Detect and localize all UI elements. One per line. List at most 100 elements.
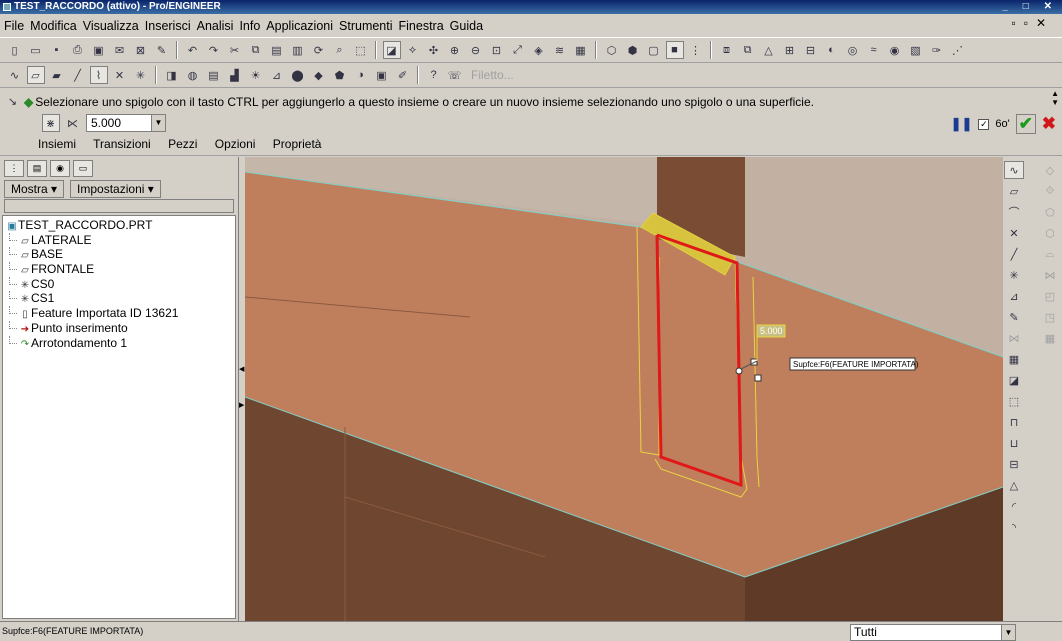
extrude-icon[interactable]: ⊓ [1004, 413, 1024, 431]
feature-list-icon[interactable]: ▤ [205, 66, 223, 84]
reflection-icon[interactable]: ≈ [865, 41, 883, 59]
zoom-out-icon[interactable]: ⊖ [467, 41, 485, 59]
model-tree-tab-icon[interactable]: ⋮ [4, 160, 24, 177]
menu-guida[interactable]: Guida [446, 14, 485, 35]
paste-special-icon[interactable]: ▥ [289, 41, 307, 59]
print-icon[interactable]: ⎙ [69, 41, 87, 59]
layers-icon[interactable]: ≋ [551, 41, 569, 59]
save-icon[interactable]: ▪ [48, 41, 66, 59]
color-appearance-icon[interactable]: ◐ [823, 41, 841, 59]
pencil-icon[interactable]: ✎ [1004, 308, 1024, 326]
mirror-icon[interactable]: ⋈ [1004, 329, 1024, 347]
document-window-controls[interactable]: ▫▫✕ [1011, 16, 1054, 30]
csys-icon[interactable]: ✳ [1004, 266, 1024, 284]
copy-feature-icon[interactable]: ◪ [1004, 371, 1024, 389]
menu-info[interactable]: Info [235, 14, 262, 35]
tree-item-base[interactable]: ▱ BASE [3, 247, 235, 262]
datum-points-icon[interactable]: △ [760, 41, 778, 59]
datum-plane-offset-icon[interactable]: ▰ [48, 66, 66, 84]
shading-analysis-icon[interactable]: ◉ [886, 41, 904, 59]
open-icon[interactable]: ▭ [27, 41, 45, 59]
point-tool-icon[interactable]: ✕ [1004, 224, 1024, 242]
close-window-icon[interactable]: ⊠ [132, 41, 150, 59]
lightbulb-icon[interactable]: ☀ [247, 66, 265, 84]
paste-icon[interactable]: ▤ [268, 41, 286, 59]
favorites-tab-icon[interactable]: ◉ [50, 160, 70, 177]
axis-tool-icon[interactable]: ╱ [1004, 245, 1024, 263]
feature-info-icon[interactable]: ◆ [310, 66, 328, 84]
cut-icon[interactable]: ✂ [226, 41, 244, 59]
chevron-down-icon[interactable]: ▼ [151, 115, 165, 131]
orient-mode-icon[interactable]: ✣ [425, 41, 443, 59]
tree-item-insert-here[interactable]: ➔ Punto inserimento [3, 320, 235, 336]
sketcher-tools-icon[interactable]: ✐ [394, 66, 412, 84]
graph-icon[interactable]: ▟ [226, 66, 244, 84]
merge-icon[interactable]: ⋈ [1040, 266, 1060, 284]
menu-file[interactable]: File [0, 14, 26, 35]
draft-tool-icon[interactable]: ⬠ [1040, 203, 1060, 221]
datum-plane-tool-icon[interactable]: ▱ [26, 66, 45, 84]
tab-transizioni[interactable]: Transizioni [93, 137, 151, 151]
shell-icon[interactable]: ◇ [1040, 161, 1060, 179]
tree-filter-bar[interactable] [4, 199, 234, 213]
graphics-window[interactable]: 5.000 Supfce:F6(FEATURE IMPORTATA) [245, 157, 1003, 621]
shading-icon[interactable]: ■ [665, 41, 684, 59]
hidden-line-icon[interactable]: ⬢ [624, 41, 642, 59]
context-help-icon[interactable]: ✑ [928, 41, 946, 59]
hole-tool-icon[interactable]: △ [1004, 476, 1024, 494]
settings-button[interactable]: Impostazioni ▾ [70, 180, 161, 198]
copy-icon[interactable]: ⧉ [247, 41, 265, 59]
window-controls[interactable]: _ □ ✕ [1002, 0, 1058, 14]
analysis-feature-icon[interactable]: ⊿ [1004, 287, 1024, 305]
chamfer-tool-icon[interactable]: ◝ [1004, 518, 1024, 536]
cancel-icon[interactable]: ✖ [1042, 114, 1056, 134]
coordinate-systems-icon[interactable]: ⊞ [781, 41, 799, 59]
move-icon[interactable]: ⬚ [1004, 392, 1024, 410]
datum-axes-icon[interactable]: ⧉ [739, 41, 757, 59]
curve-tool-icon[interactable]: ⌒ [1004, 203, 1024, 221]
new-icon[interactable]: ▯ [6, 41, 24, 59]
filter-field[interactable]: Filetto... [471, 68, 514, 82]
model-tree-toggle-icon[interactable]: ⋮ [687, 41, 705, 59]
tree-item-cs1[interactable]: ✳ CS1 [3, 291, 235, 306]
tab-opzioni[interactable]: Opzioni [215, 137, 256, 151]
menu-inserisci[interactable]: Inserisci [141, 14, 193, 35]
radius-tag[interactable]: 5.000 [760, 326, 783, 336]
transition-mode-icon[interactable]: ⋉ [64, 114, 82, 132]
tree-item-cs0[interactable]: ✳ CS0 [3, 276, 235, 292]
intersect-icon[interactable]: ◳ [1040, 308, 1060, 326]
datum-point-tool-icon[interactable]: ✕ [111, 66, 129, 84]
refit-icon[interactable]: ⊡ [488, 41, 506, 59]
preview-checkbox[interactable]: ✓ [978, 118, 990, 130]
rib-icon[interactable]: ⟐ [1040, 182, 1060, 200]
contact-icon[interactable]: ☏ [446, 66, 464, 84]
warp-icon[interactable]: ⌓ [1040, 245, 1060, 263]
reorient-icon[interactable]: ⤢ [509, 41, 527, 59]
expand-arrow-icon[interactable]: ▶ [239, 401, 244, 409]
find-icon[interactable]: ⌕ [331, 41, 349, 59]
collapse-arrow-icon[interactable]: ◀ [239, 365, 244, 373]
measure-icon[interactable]: ⊿ [268, 66, 286, 84]
datum-axis-tool-icon[interactable]: ╱ [69, 66, 87, 84]
analysis-icon[interactable]: ◨ [163, 66, 181, 84]
menu-applicazioni[interactable]: Applicazioni [262, 14, 335, 35]
menu-strumenti[interactable]: Strumenti [335, 14, 395, 35]
undo-icon[interactable]: ↶ [184, 41, 202, 59]
menu-modifica[interactable]: Modifica [26, 14, 79, 35]
color-icon[interactable]: ◍ [184, 66, 202, 84]
zoom-in-icon[interactable]: ⊕ [446, 41, 464, 59]
tree-item-laterale[interactable]: ▱ LATERALE [3, 232, 235, 248]
sketch-icon[interactable]: ∿ [6, 66, 24, 84]
blend-icon[interactable]: ⬡ [1040, 224, 1060, 242]
selection-box-icon[interactable]: ⬚ [352, 41, 370, 59]
menu-visualizza[interactable]: Visualizza [79, 14, 141, 35]
connections-tab-icon[interactable]: ▭ [73, 160, 93, 177]
redo-icon[interactable]: ↷ [205, 41, 223, 59]
draft-check-icon[interactable]: ⋰ [949, 41, 967, 59]
plane-tool-icon[interactable]: ▱ [1004, 182, 1024, 200]
folder-browser-tab-icon[interactable]: ▤ [27, 160, 47, 177]
tree-item-frontale[interactable]: ▱ FRONTALE [3, 262, 235, 277]
tab-pezzi[interactable]: Pezzi [168, 137, 197, 151]
tree-item-imported-feature[interactable]: ▯ Feature Importata ID 13621 [3, 306, 235, 321]
trim-icon[interactable]: ◰ [1040, 287, 1060, 305]
